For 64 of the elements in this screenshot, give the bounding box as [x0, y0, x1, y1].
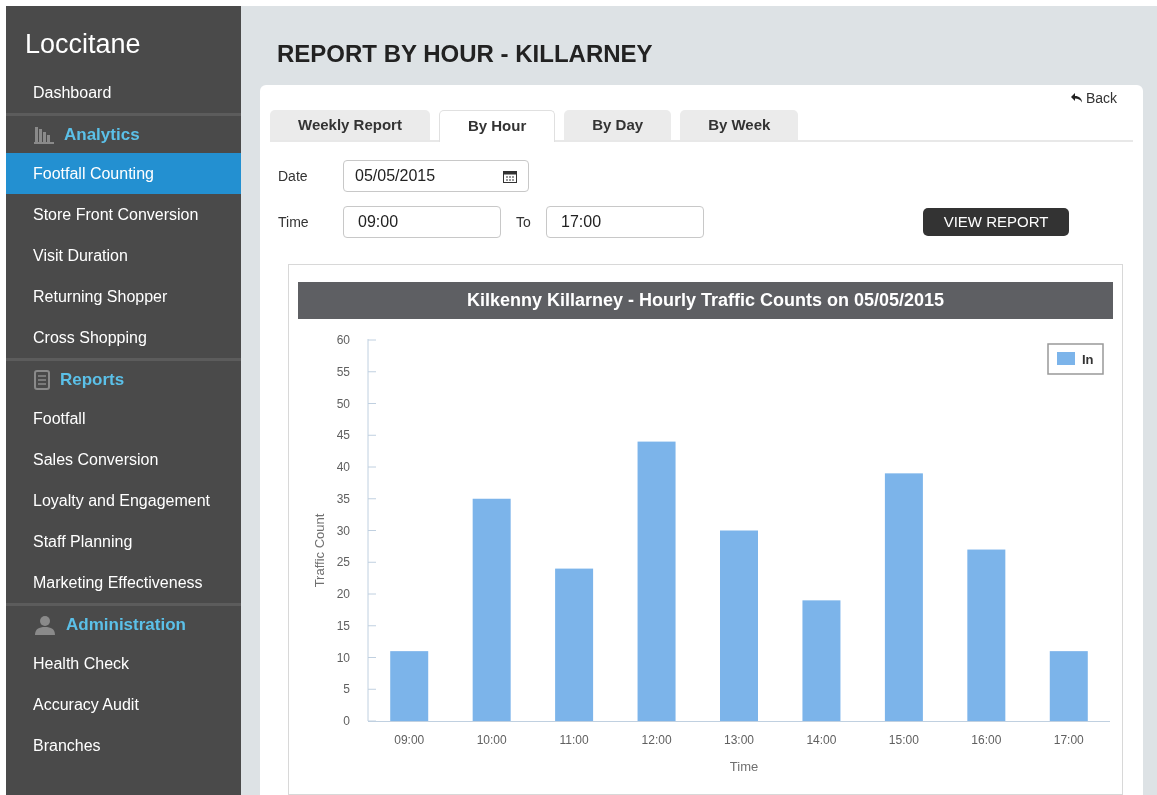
brand-name: Loccitane — [24, 28, 142, 61]
nav-item[interactable]: Footfall Counting — [6, 153, 241, 194]
x-tick-label: 10:00 — [476, 733, 507, 747]
time-from-field[interactable]: 09:00 — [343, 206, 501, 238]
nav-item[interactable]: Sales Conversion — [6, 439, 241, 480]
calendar-icon — [503, 169, 517, 183]
nav-item[interactable]: Marketing Effectiveness — [6, 562, 241, 603]
section-heading: Administration — [66, 613, 186, 636]
tab[interactable]: By Week — [680, 110, 799, 140]
x-tick-label: 12:00 — [641, 733, 672, 747]
to-label: To — [516, 212, 532, 232]
nav-item[interactable]: Health Check — [6, 643, 241, 684]
back-arrow-icon — [1070, 93, 1083, 103]
nav-item[interactable]: Staff Planning — [6, 521, 241, 562]
y-tick-label: 10 — [336, 650, 350, 665]
y-tick-label: 30 — [336, 523, 350, 538]
y-tick-label: 5 — [343, 682, 350, 697]
bar-chart-icon — [34, 125, 54, 144]
y-tick-label: 15 — [336, 618, 350, 633]
bar — [390, 651, 429, 721]
x-tick-label: 11:00 — [559, 733, 589, 747]
date-field[interactable]: 05/05/2015 — [343, 160, 529, 192]
section-heading: Analytics — [64, 123, 140, 146]
time-label: Time — [277, 212, 310, 232]
nav-item[interactable]: Loyalty and Engagement — [6, 480, 241, 521]
nav-item[interactable]: Branches — [6, 725, 241, 766]
date-label: Date — [277, 166, 309, 186]
legend-label: In — [1082, 352, 1094, 367]
y-tick-label: 0 — [343, 714, 350, 728]
y-tick-label: 60 — [336, 333, 350, 347]
page-title: REPORT BY HOUR - KILLARNEY — [276, 39, 654, 69]
tab[interactable]: Weekly Report — [270, 110, 430, 140]
document-icon — [34, 369, 50, 390]
time-to-field[interactable]: 17:00 — [546, 206, 704, 238]
x-tick-label: 14:00 — [806, 733, 837, 747]
y-tick-label: 45 — [336, 428, 350, 443]
tab[interactable]: By Day — [564, 110, 672, 140]
view-report-button[interactable]: VIEW REPORT — [923, 208, 1069, 236]
x-tick-label: 09:00 — [394, 733, 425, 747]
y-tick-label: 40 — [336, 460, 350, 474]
y-tick-label: 55 — [336, 364, 350, 379]
y-tick-label: 35 — [336, 491, 350, 506]
nav-item[interactable]: Dashboard — [6, 72, 241, 113]
x-tick-label: 17:00 — [1053, 733, 1084, 747]
nav-item[interactable]: Store Front Conversion — [6, 194, 241, 235]
nav-item[interactable]: Visit Duration — [6, 235, 241, 276]
tab[interactable]: By Hour — [438, 110, 556, 142]
y-tick-label: 20 — [336, 587, 350, 601]
y-tick-label: 50 — [336, 396, 350, 411]
bar — [1049, 651, 1088, 721]
x-axis-title: Time — [729, 759, 759, 774]
nav-item[interactable]: Accuracy Audit — [6, 684, 241, 725]
section-heading: Reports — [60, 368, 125, 391]
y-tick-label: 25 — [336, 555, 350, 570]
nav-item[interactable]: Returning Shopper — [6, 276, 241, 317]
chart-title: Kilkenny Killarney - Hourly Traffic Counts on 05/05/2015 — [298, 282, 1113, 319]
back-link[interactable]: Back — [1070, 86, 1117, 110]
x-tick-label: 13:00 — [724, 733, 754, 747]
user-icon — [34, 614, 56, 635]
nav-item[interactable]: Footfall — [6, 398, 241, 439]
nav-item[interactable]: Cross Shopping — [6, 317, 241, 358]
x-tick-label: 16:00 — [971, 733, 1002, 747]
y-axis-title: Traffic Count — [312, 513, 327, 588]
x-tick-label: 15:00 — [888, 733, 919, 747]
